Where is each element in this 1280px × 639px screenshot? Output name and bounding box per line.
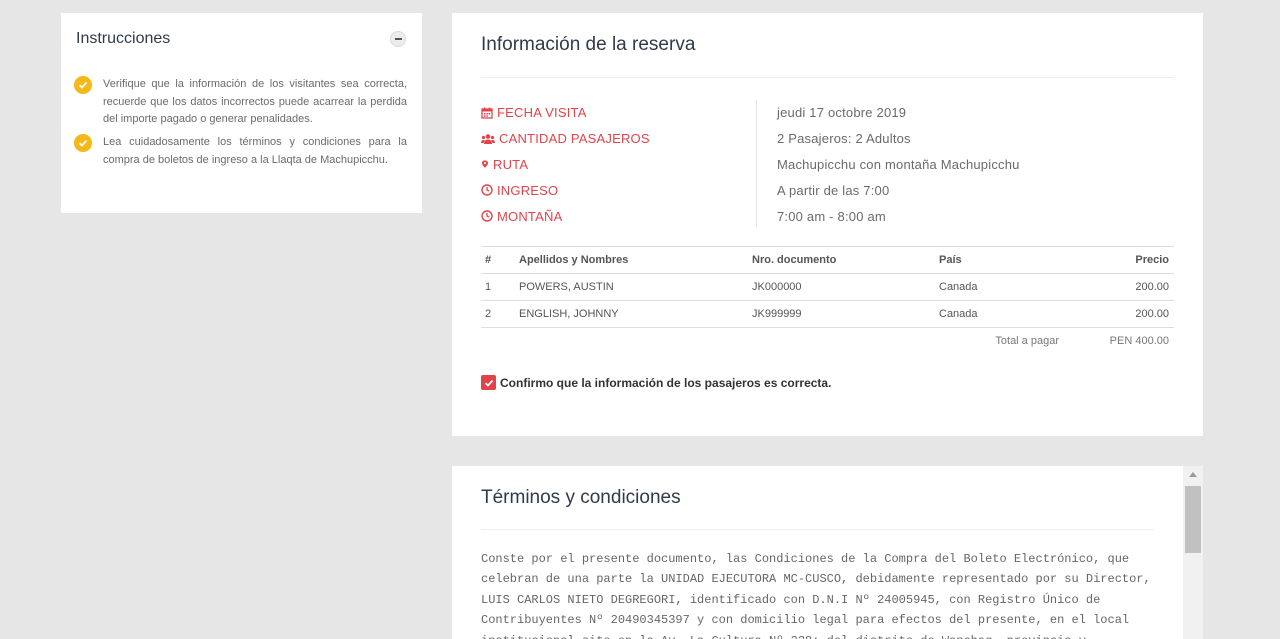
- clock-icon: [481, 210, 493, 222]
- instruction-item: Verifique que la información de los visi…: [74, 76, 407, 129]
- map-marker-icon: [482, 160, 488, 169]
- table-row: 2 ENGLISH, JOHNNY JK999999 Canada 200.00: [481, 300, 1174, 328]
- instruction-item: Lea cuidadosamente los términos y condic…: [74, 134, 407, 169]
- confirm-checkbox-row[interactable]: Confirmo que la información de los pasaj…: [481, 375, 831, 390]
- checkmark-icon: [484, 379, 493, 387]
- scroll-thumb[interactable]: [1185, 486, 1201, 553]
- instructions-title: Instrucciones: [76, 30, 171, 47]
- check-circle-icon: [74, 134, 92, 152]
- value-montana: 7:00 am - 8:00 am: [777, 208, 886, 224]
- value-cantidad-pasajeros: 2 Pasajeros: 2 Adultos: [777, 131, 911, 147]
- terms-title: Términos y condiciones: [481, 487, 681, 508]
- column-header-name: Apellidos y Nombres: [519, 246, 752, 274]
- cell-name: ENGLISH, JOHNNY: [519, 300, 752, 328]
- confirm-checkbox[interactable]: [481, 375, 496, 390]
- column-header-number: #: [481, 246, 519, 274]
- cell-document: JK999999: [752, 300, 939, 328]
- terms-scrollbar[interactable]: [1183, 466, 1203, 639]
- cell-price: 200.00: [1059, 273, 1174, 301]
- reservation-values: jeudi 17 octobre 2019 2 Pasajeros: 2 Adu…: [777, 100, 1020, 229]
- cell-name: POWERS, AUSTIN: [519, 273, 752, 301]
- users-icon: [481, 133, 495, 144]
- value-fecha-visita: jeudi 17 octobre 2019: [777, 105, 907, 121]
- collapse-icon[interactable]: [390, 31, 406, 47]
- cell-document: JK000000: [752, 273, 939, 301]
- terms-panel: Términos y condiciones Conste por el pre…: [452, 466, 1183, 639]
- label-ruta: RUTA: [481, 152, 650, 178]
- column-header-price: Precio: [1059, 246, 1174, 274]
- reservation-title: Información de la reserva: [481, 34, 696, 55]
- total-value: PEN 400.00: [1109, 335, 1169, 348]
- clock-icon: [481, 184, 493, 196]
- divider: [481, 77, 1174, 78]
- terms-text: Conste por el presente documento, las Co…: [481, 552, 1151, 639]
- divider: [481, 529, 1154, 530]
- cell-country: Canada: [939, 300, 1059, 328]
- total-row: Total a pagar PEN 400.00: [481, 328, 1174, 355]
- cell-number: 1: [481, 273, 519, 301]
- instruction-text: Lea cuidadosamente los términos y condic…: [103, 136, 407, 166]
- reservation-panel: Información de la reserva FECHA VISITA C…: [452, 13, 1203, 436]
- table-row: 1 POWERS, AUSTIN JK000000 Canada 200.00: [481, 273, 1174, 301]
- table-header-row: # Apellidos y Nombres Nro. documento Paí…: [481, 246, 1174, 274]
- label-ingreso: INGRESO: [481, 177, 650, 203]
- cell-number: 2: [481, 300, 519, 328]
- confirm-label: Confirmo que la información de los pasaj…: [500, 375, 832, 390]
- value-ruta: Machupicchu con montaña Machupicchu: [777, 156, 1020, 172]
- vertical-divider: [756, 100, 757, 227]
- calendar-icon: [481, 107, 493, 119]
- instructions-panel: Instrucciones Verifique que la informaci…: [61, 13, 422, 213]
- reservation-labels: FECHA VISITA CANTIDAD PASAJEROS RUTA ING…: [481, 100, 650, 229]
- passengers-table: # Apellidos y Nombres Nro. documento Paí…: [481, 246, 1174, 355]
- check-circle-icon: [74, 76, 92, 94]
- cell-country: Canada: [939, 273, 1059, 301]
- column-header-document: Nro. documento: [752, 246, 939, 274]
- column-header-country: País: [939, 246, 1059, 274]
- label-cantidad-pasajeros: CANTIDAD PASAJEROS: [481, 126, 650, 152]
- value-ingreso: A partir de las 7:00: [777, 182, 890, 198]
- cell-price: 200.00: [1059, 300, 1174, 328]
- label-fecha-visita: FECHA VISITA: [481, 100, 650, 126]
- total-label: Total a pagar: [995, 335, 1059, 348]
- instruction-text: Verifique que la información de los visi…: [103, 78, 407, 125]
- scroll-up-arrow-icon[interactable]: [1183, 466, 1203, 483]
- label-montana: MONTAÑA: [481, 203, 650, 229]
